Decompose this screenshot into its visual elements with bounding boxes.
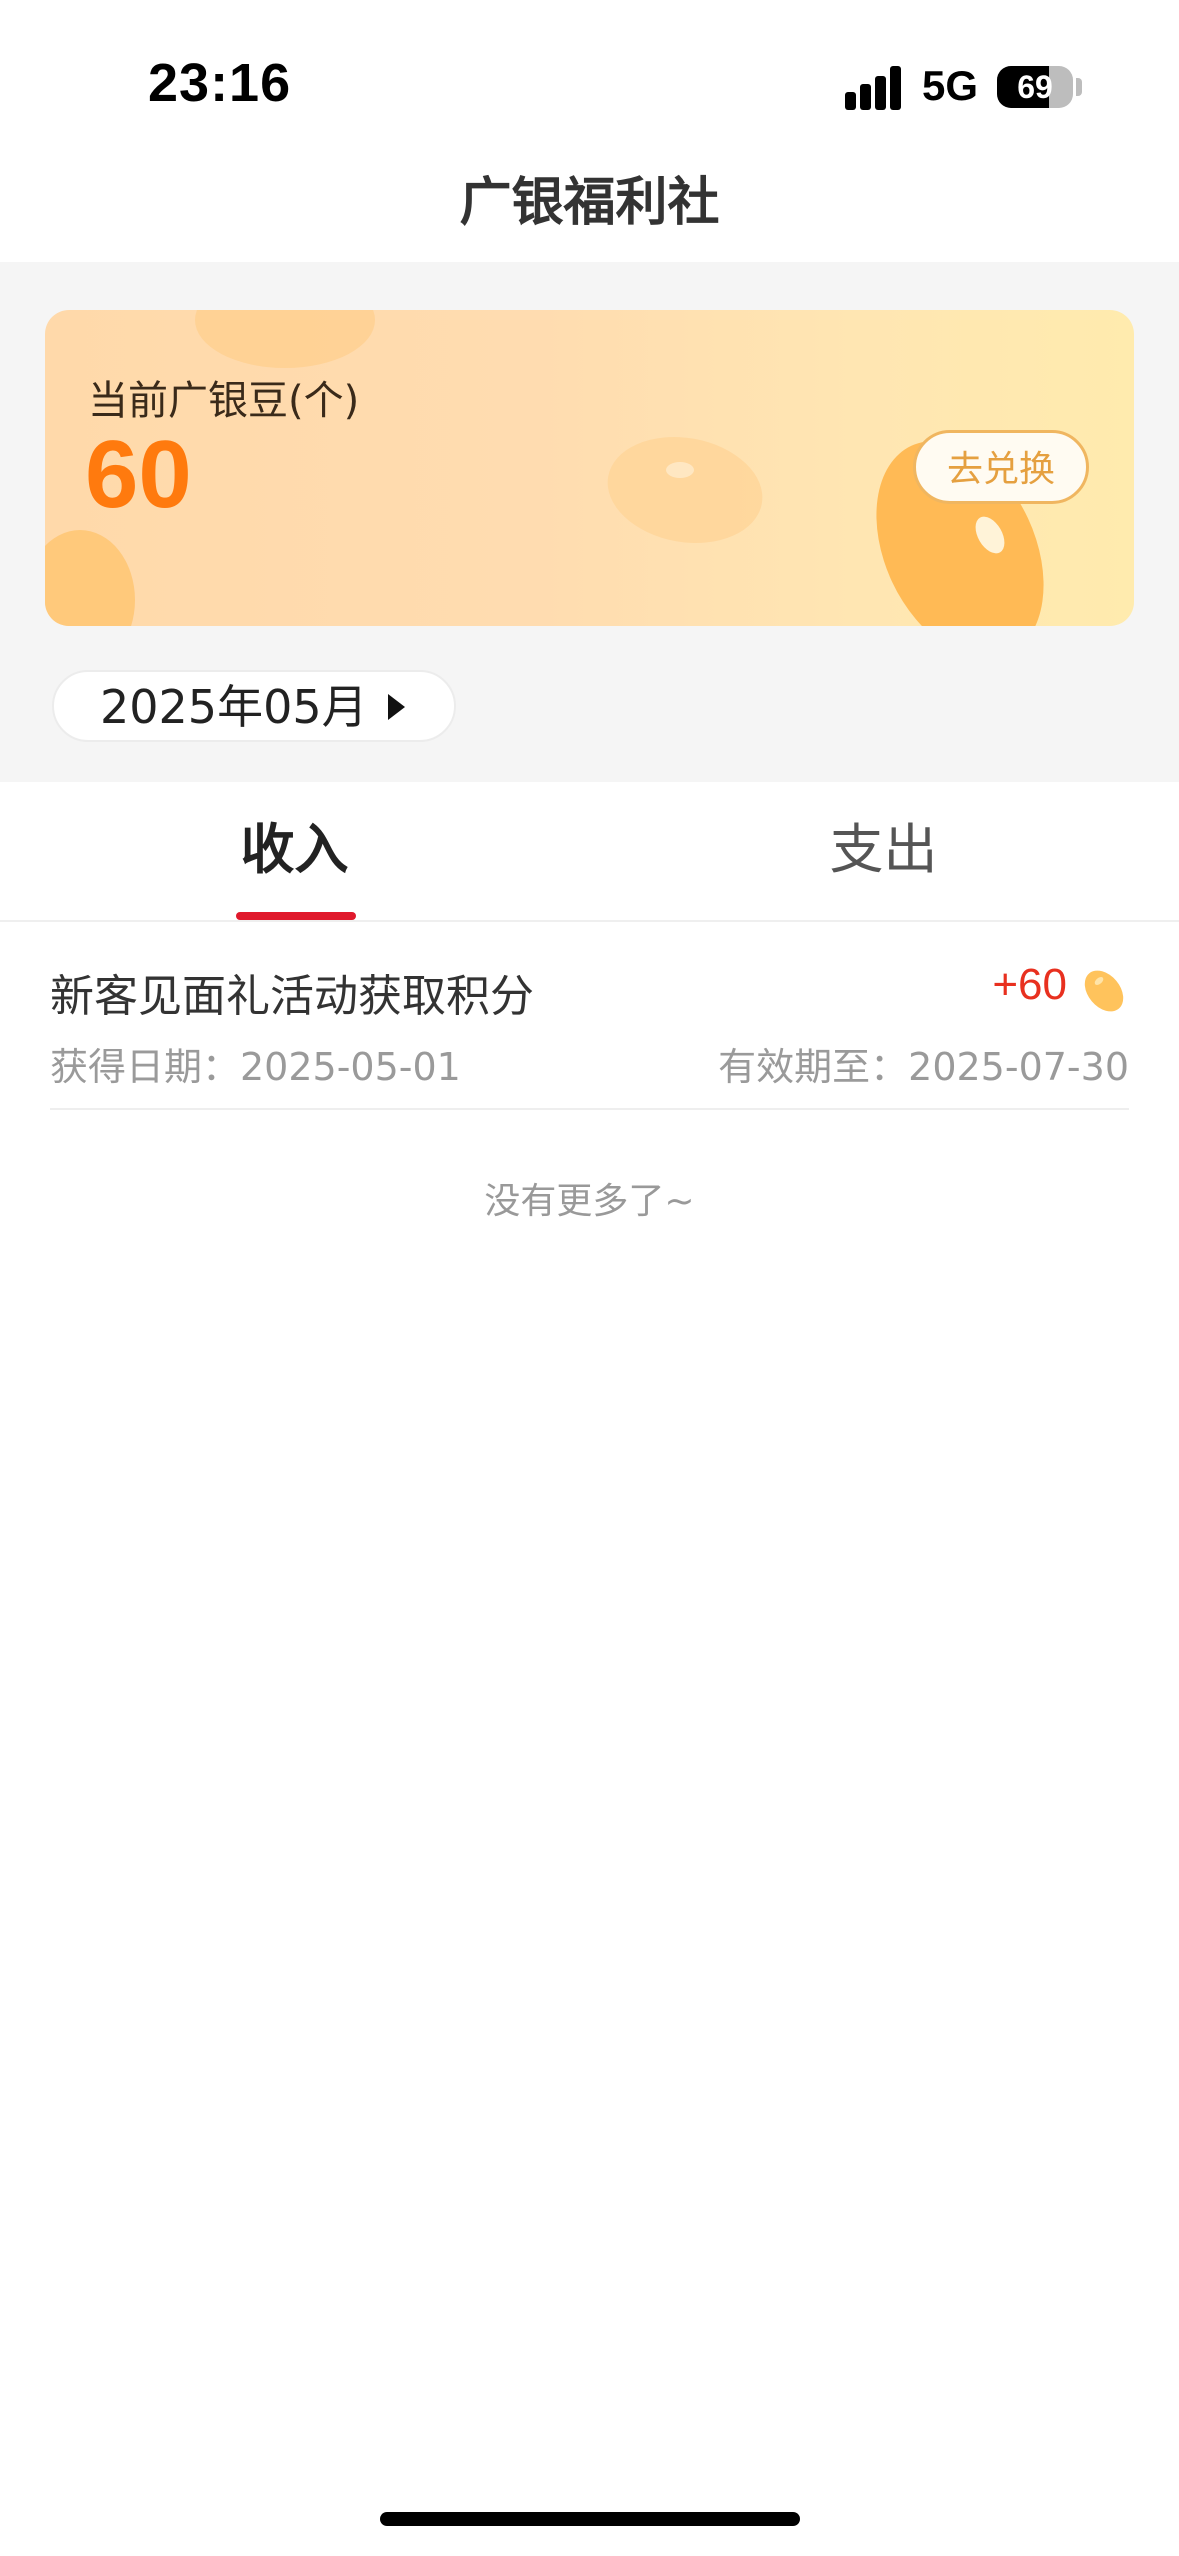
tab-bar: 收入 支出 (0, 782, 1179, 922)
caret-right-icon (388, 694, 405, 720)
battery-icon: 69 (997, 66, 1073, 108)
record-expiry: 有效期至：2025-07-30 (718, 1045, 1129, 1089)
month-label: 2025年05月 (100, 680, 368, 734)
battery-level: 69 (1017, 69, 1053, 105)
status-time: 23:16 (148, 53, 292, 113)
record-amount: +60 (992, 960, 1067, 1009)
bean-balance-card: 当前广银豆(个) 60 去兑换 (45, 310, 1134, 626)
status-bar: 23:16 5G 69 (0, 0, 1179, 150)
no-more-text: 没有更多了~ (484, 1181, 695, 1222)
bean-balance-value: 60 (85, 421, 192, 528)
list-item: 新客见面礼活动获取积分 +60 获得日期：2025-05-01 有效期至：202… (50, 940, 1129, 1110)
battery-tip (1076, 78, 1082, 96)
active-tab-indicator (236, 912, 356, 920)
signal-icon (845, 66, 903, 110)
page-title: 广银福利社 (459, 173, 720, 233)
tab-expense[interactable]: 支出 (589, 782, 1178, 920)
redeem-button[interactable]: 去兑换 (913, 430, 1089, 504)
bean-balance-label: 当前广银豆(个) (88, 378, 360, 424)
month-picker[interactable]: 2025年05月 (52, 670, 456, 742)
record-title: 新客见面礼活动获取积分 (50, 971, 534, 1022)
record-date: 获得日期：2025-05-01 (50, 1045, 461, 1089)
tab-income[interactable]: 收入 (0, 782, 589, 920)
bean-icon (1084, 970, 1124, 1012)
network-type: 5G (922, 62, 979, 109)
home-indicator[interactable] (380, 2512, 800, 2526)
